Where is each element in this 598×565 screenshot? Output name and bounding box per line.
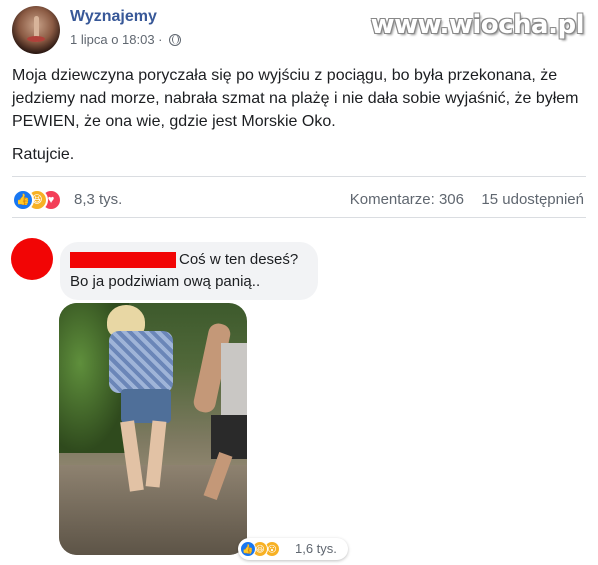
comment-photo[interactable] bbox=[59, 303, 247, 555]
comment-text-line: Bo ja podziwiam ową panią.. bbox=[70, 273, 261, 290]
globe-icon bbox=[169, 34, 182, 46]
like-icon: 👍 bbox=[240, 541, 256, 557]
comment-text-line: Coś w ten deseś? bbox=[179, 251, 299, 268]
photo-man-shirt bbox=[221, 343, 247, 423]
watermark: www.wiocha.pl bbox=[370, 10, 585, 40]
like-icon: 👍 bbox=[12, 189, 34, 211]
post-date-text[interactable]: 1 lipca o 18:03 · bbox=[70, 32, 163, 47]
reaction-count[interactable]: 8,3 tys. bbox=[74, 191, 122, 208]
comment-reactions[interactable]: 👍 😆 😮 1,6 tys. bbox=[238, 538, 348, 560]
redacted-commenter-name[interactable] bbox=[70, 252, 176, 268]
comments-count-link[interactable]: Komentarze: 306 bbox=[350, 191, 464, 208]
commenter-avatar[interactable] bbox=[11, 238, 53, 280]
reactions-bar: 👍 😆 ♥ 8,3 tys. Komentarze: 306 15 udostę… bbox=[12, 176, 586, 218]
page-name-link[interactable]: Wyznajemy bbox=[70, 8, 157, 26]
post-timestamp[interactable]: 1 lipca o 18:03 · bbox=[70, 32, 182, 47]
avatar-lips bbox=[27, 36, 45, 42]
photo-woman-shirt bbox=[109, 331, 173, 393]
post-paragraph: Ratujcie. bbox=[12, 146, 75, 163]
post-text: Moja dziewczyna poryczała się po wyjściu… bbox=[12, 64, 588, 176]
post-paragraph: Moja dziewczyna poryczała się po wyjściu… bbox=[12, 67, 579, 130]
page-avatar[interactable] bbox=[12, 6, 60, 54]
comment-reaction-count: 1,6 tys. bbox=[295, 541, 337, 556]
comment-bubble: Coś w ten deseś? Bo ja podziwiam ową pan… bbox=[60, 242, 318, 300]
shares-count-link[interactable]: 15 udostępnień bbox=[481, 191, 584, 208]
photo-man-shorts bbox=[211, 415, 247, 459]
photo-woman-shorts bbox=[121, 389, 171, 423]
